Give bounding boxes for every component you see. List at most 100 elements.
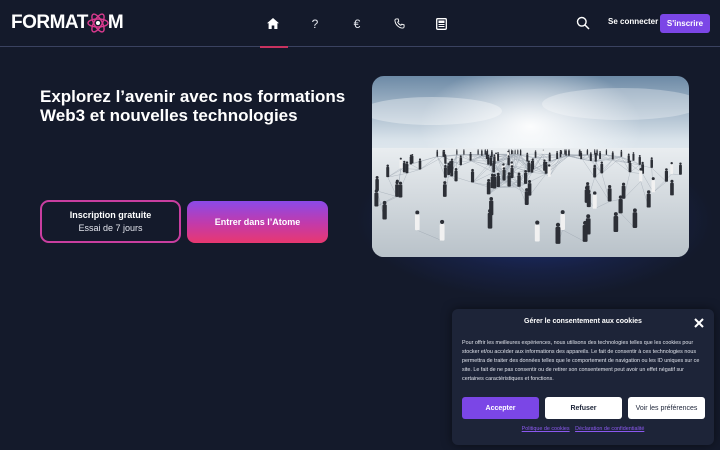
crowd-figure — [524, 188, 529, 205]
crowd-figure — [592, 191, 597, 209]
logo-text-right: M — [107, 12, 124, 33]
crowd-figure — [580, 151, 583, 160]
crowd-figure — [418, 158, 422, 170]
crowd-figure — [632, 152, 635, 161]
crowd-figure — [511, 149, 513, 155]
crowd-figure — [620, 149, 623, 157]
nav-blog[interactable] — [420, 0, 462, 47]
crowd-figure — [497, 152, 500, 161]
crowd-figure — [442, 181, 447, 197]
crowd-figure — [650, 157, 653, 168]
refuse-button[interactable]: Refuser — [545, 397, 622, 419]
crowd-figure — [679, 162, 682, 175]
crowd-figure — [487, 208, 493, 229]
crowd-figure — [456, 149, 458, 155]
crowd-figure — [600, 161, 604, 174]
nav-contact[interactable] — [378, 0, 420, 47]
crowd-figure — [670, 179, 674, 196]
crowd-figure — [496, 172, 500, 188]
accept-button[interactable]: Accepter — [462, 397, 539, 419]
site-logo[interactable]: FORMAT M — [11, 12, 124, 34]
crowd-figure — [605, 149, 608, 155]
crowd-figure — [523, 169, 528, 184]
crowd-figure — [664, 168, 669, 182]
question-icon: ? — [311, 16, 319, 31]
crowd-figure — [621, 182, 626, 199]
crowd-figure — [638, 154, 641, 165]
nav-pricing[interactable]: € — [336, 0, 378, 47]
cookie-links: Politique de cookies Déclaration de conf… — [452, 426, 714, 432]
crowd-figure — [517, 172, 521, 187]
crowd-figure — [564, 149, 566, 155]
crowd-figure — [405, 161, 409, 174]
free-signup-label: Inscription gratuite — [69, 210, 152, 220]
crowd-figure — [632, 208, 638, 228]
crowd-figure — [527, 160, 531, 173]
crowd-figure — [586, 189, 591, 208]
crowd-figure — [492, 173, 497, 189]
crowd-figure — [414, 210, 420, 231]
crowd-figure — [565, 149, 567, 156]
crowd-figure — [463, 149, 465, 155]
crowd-figure — [542, 149, 544, 155]
crowd-figure — [450, 163, 454, 177]
cookie-title: Gérer le consentement aux cookies — [524, 318, 642, 325]
crowd-figure — [548, 152, 551, 162]
logo-text-left: FORMAT — [11, 12, 88, 33]
login-link[interactable]: Se connecter — [608, 17, 658, 26]
crowd-figure — [484, 149, 486, 155]
cookie-policy-link[interactable]: Politique de cookies — [522, 426, 570, 432]
privacy-statement-link[interactable]: Déclaration de confidentialité — [575, 426, 644, 432]
crowd-figure — [526, 152, 529, 162]
nav-faq[interactable]: ? — [294, 0, 336, 47]
crowd-figure — [534, 220, 540, 242]
crowd-figure — [492, 160, 496, 173]
nav-home[interactable] — [252, 0, 294, 48]
hero-image — [372, 76, 689, 257]
crowd-figure — [646, 190, 651, 208]
crowd-figure — [599, 151, 601, 160]
crowd-figure — [547, 164, 551, 177]
signup-button[interactable]: S'inscrire — [660, 14, 710, 33]
crowd-figure — [582, 220, 588, 242]
crowd-figure — [469, 152, 472, 161]
close-icon[interactable] — [694, 318, 704, 328]
crowd-figure — [481, 149, 483, 156]
crowd-figure — [530, 160, 534, 173]
crowd-figure — [519, 149, 522, 156]
crowd-figure — [613, 212, 619, 233]
crowd-figure — [399, 157, 403, 169]
crowd-figure — [578, 149, 581, 157]
crowd-figure — [556, 151, 559, 160]
crowd-figure — [618, 195, 623, 214]
crowd-figure — [409, 154, 412, 165]
crowd-figure — [374, 189, 379, 207]
search-icon[interactable] — [576, 16, 590, 30]
crowd-figure — [489, 155, 493, 166]
crowd-figure — [594, 152, 597, 162]
crowd-figure — [628, 160, 632, 173]
cookie-consent-dialog: Gérer le consentement aux cookies Pour o… — [452, 309, 714, 445]
crowd-figure — [512, 149, 514, 155]
enter-atome-button[interactable]: Entrer dans l’Atome — [187, 201, 328, 243]
crowd-figure — [443, 164, 447, 178]
hero-title: Explorez l’avenir avec nos formations We… — [40, 87, 346, 125]
crowd-figure — [611, 151, 614, 160]
preferences-button[interactable]: Voir les préférences — [628, 397, 705, 419]
free-signup-button[interactable]: Inscription gratuite Essai de 7 jours — [40, 200, 181, 243]
crowd-figure — [502, 167, 506, 181]
main-nav: ? € — [252, 0, 462, 48]
trial-label: Essai de 7 jours — [78, 223, 143, 233]
crowd-figure — [486, 178, 491, 195]
crowd-figure — [477, 149, 479, 155]
crowd-figure — [568, 149, 570, 156]
crowd-figure — [470, 168, 475, 183]
crowd-figure — [386, 164, 390, 178]
euro-icon: € — [353, 16, 361, 31]
crowd-figure — [596, 149, 598, 156]
network-crowd-image — [372, 76, 689, 257]
atom-logo-icon — [87, 13, 109, 33]
crowd-figure — [510, 165, 514, 178]
crowd-figure — [439, 219, 445, 241]
crowd-figure — [589, 152, 592, 161]
